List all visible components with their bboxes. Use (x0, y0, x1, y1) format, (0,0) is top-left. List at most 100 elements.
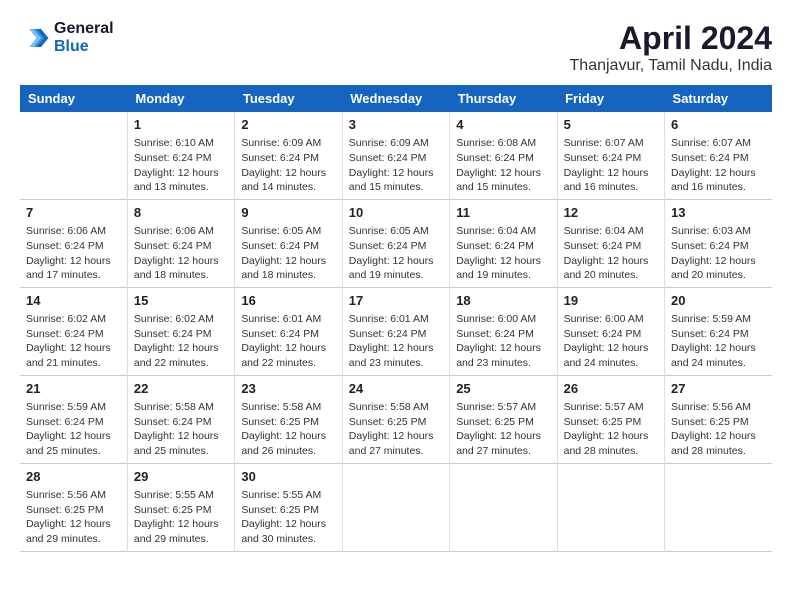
day-info: Sunrise: 6:04 AM (456, 224, 550, 239)
day-number: 23 (241, 380, 335, 398)
day-info: Sunrise: 6:07 AM (671, 136, 766, 151)
day-cell: 21 Sunrise: 5:59 AMSunset: 6:24 PMDayligh… (20, 375, 127, 463)
day-info: Daylight: 12 hours (456, 254, 550, 269)
day-number: 16 (241, 292, 335, 310)
header-cell-thursday: Thursday (450, 85, 557, 112)
day-info: Sunset: 6:24 PM (26, 415, 121, 430)
day-info: Sunset: 6:24 PM (456, 151, 550, 166)
day-info: Sunrise: 5:59 AM (26, 400, 121, 415)
day-info: Daylight: 12 hours (241, 429, 335, 444)
day-number: 8 (134, 204, 228, 222)
day-info: Sunset: 6:24 PM (134, 151, 228, 166)
day-info: and 19 minutes. (349, 268, 443, 283)
day-info: Daylight: 12 hours (349, 254, 443, 269)
day-number: 21 (26, 380, 121, 398)
day-info: Sunrise: 6:05 AM (241, 224, 335, 239)
day-info: Sunrise: 5:58 AM (134, 400, 228, 415)
day-info: Daylight: 12 hours (134, 254, 228, 269)
week-row-4: 21Sunrise: 5:59 AMSunset: 6:24 PMDayligh… (20, 375, 772, 463)
day-info: Daylight: 12 hours (26, 341, 121, 356)
day-info: and 24 minutes. (671, 356, 766, 371)
day-cell: 29Sunrise: 5:55 AMSunset: 6:25 PMDayligh… (127, 463, 234, 551)
day-info: Sunrise: 5:56 AM (26, 488, 121, 503)
day-cell: 30Sunrise: 5:55 AMSunset: 6:25 PMDayligh… (235, 463, 342, 551)
day-info: Daylight: 12 hours (564, 341, 658, 356)
day-info: Sunrise: 6:04 AM (564, 224, 658, 239)
day-number: 22 (134, 380, 228, 398)
day-number: 13 (671, 204, 766, 222)
day-info: and 21 minutes. (26, 356, 121, 371)
day-info: Daylight: 12 hours (564, 166, 658, 181)
day-info: and 18 minutes. (134, 268, 228, 283)
day-info: and 26 minutes. (241, 444, 335, 459)
day-info: and 17 minutes. (26, 268, 121, 283)
day-info: and 22 minutes. (241, 356, 335, 371)
title-section: April 2024 Thanjavur, Tamil Nadu, India (570, 20, 772, 75)
header-cell-monday: Monday (127, 85, 234, 112)
day-cell (665, 463, 772, 551)
day-info: Sunrise: 5:57 AM (564, 400, 658, 415)
day-number: 14 (26, 292, 121, 310)
day-cell: 10 Sunrise: 6:05 AMSunset: 6:24 PMDayligh… (342, 199, 449, 287)
day-info: and 22 minutes. (134, 356, 228, 371)
day-info: Sunset: 6:25 PM (564, 415, 658, 430)
day-info: Daylight: 12 hours (349, 341, 443, 356)
day-info: Sunset: 6:24 PM (26, 239, 121, 254)
day-info: Sunset: 6:25 PM (241, 415, 335, 430)
day-info: Sunset: 6:24 PM (564, 239, 658, 254)
day-info: Sunrise: 5:55 AM (134, 488, 228, 503)
day-info: Sunrise: 6:01 AM (241, 312, 335, 327)
subtitle: Thanjavur, Tamil Nadu, India (570, 57, 772, 75)
day-info: and 29 minutes. (134, 532, 228, 547)
day-info: Sunset: 6:24 PM (26, 327, 121, 342)
day-info: Sunrise: 6:02 AM (26, 312, 121, 327)
day-info: Sunset: 6:25 PM (456, 415, 550, 430)
day-info: Sunset: 6:24 PM (241, 239, 335, 254)
day-cell: 2Sunrise: 6:09 AMSunset: 6:24 PMDaylight… (235, 112, 342, 199)
header-row: SundayMondayTuesdayWednesdayThursdayFrid… (20, 85, 772, 112)
day-info: Daylight: 12 hours (241, 341, 335, 356)
week-row-3: 14Sunrise: 6:02 AMSunset: 6:24 PMDayligh… (20, 287, 772, 375)
day-info: Sunset: 6:24 PM (134, 415, 228, 430)
day-info: and 16 minutes. (671, 180, 766, 195)
day-number: 10 (349, 204, 443, 222)
day-number: 9 (241, 204, 335, 222)
day-info: and 27 minutes. (349, 444, 443, 459)
day-info: Daylight: 12 hours (134, 517, 228, 532)
day-number: 18 (456, 292, 550, 310)
day-cell: 27Sunrise: 5:56 AMSunset: 6:25 PMDayligh… (665, 375, 772, 463)
day-info: Sunset: 6:24 PM (564, 151, 658, 166)
day-number: 27 (671, 380, 766, 398)
day-info: and 25 minutes. (134, 444, 228, 459)
day-number: 1 (134, 116, 228, 134)
day-info: and 14 minutes. (241, 180, 335, 195)
day-info: Daylight: 12 hours (564, 254, 658, 269)
day-info: Sunrise: 6:09 AM (349, 136, 443, 151)
day-info: Sunset: 6:24 PM (671, 239, 766, 254)
day-cell (342, 463, 449, 551)
day-info: and 23 minutes. (349, 356, 443, 371)
day-number: 3 (349, 116, 443, 134)
day-info: Sunset: 6:24 PM (349, 239, 443, 254)
header-cell-sunday: Sunday (20, 85, 127, 112)
day-info: Sunset: 6:25 PM (349, 415, 443, 430)
day-number: 12 (564, 204, 658, 222)
day-info: Sunrise: 6:03 AM (671, 224, 766, 239)
day-info: Sunrise: 6:02 AM (134, 312, 228, 327)
logo-text-line1: General (54, 20, 114, 38)
day-info: and 30 minutes. (241, 532, 335, 547)
day-info: Daylight: 12 hours (456, 341, 550, 356)
logo-icon (20, 23, 50, 53)
day-number: 17 (349, 292, 443, 310)
day-info: Sunset: 6:24 PM (134, 239, 228, 254)
day-info: Daylight: 12 hours (26, 429, 121, 444)
day-cell: 5Sunrise: 6:07 AMSunset: 6:24 PMDaylight… (557, 112, 664, 199)
day-cell: 26Sunrise: 5:57 AMSunset: 6:25 PMDayligh… (557, 375, 664, 463)
day-info: Sunrise: 6:08 AM (456, 136, 550, 151)
day-info: Sunrise: 5:56 AM (671, 400, 766, 415)
day-info: Sunrise: 6:05 AM (349, 224, 443, 239)
day-info: Daylight: 12 hours (134, 341, 228, 356)
day-number: 4 (456, 116, 550, 134)
day-cell: 14 Sunrise: 6:02 AMSunset: 6:24 PMDayligh… (20, 287, 127, 375)
day-info: and 29 minutes. (26, 532, 121, 547)
